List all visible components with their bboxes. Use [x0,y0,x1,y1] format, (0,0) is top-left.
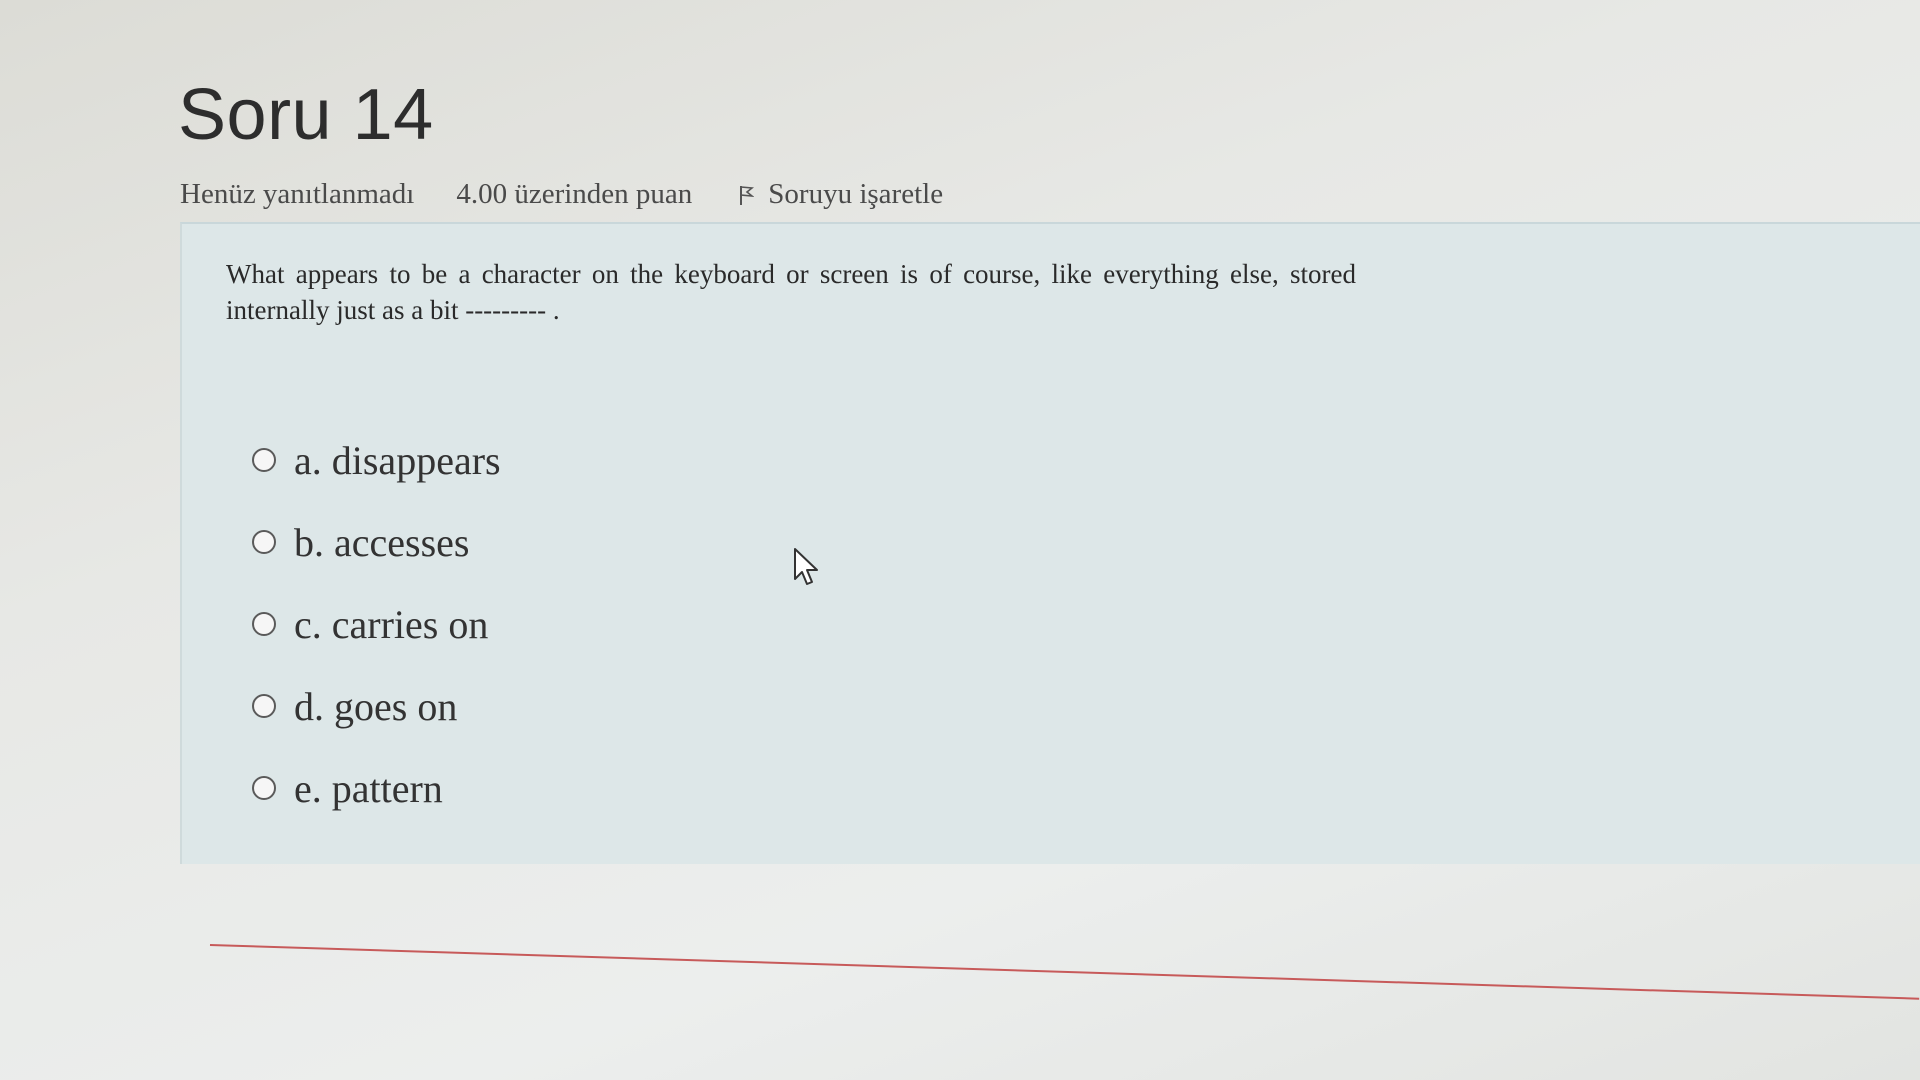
answer-option-c[interactable]: c. carries on [252,583,501,665]
answer-options: a. disappears b. accesses c. carries on … [252,419,501,829]
quiz-page: Soru 14 Henüz yanıtlanmadı 4.00 üzerinde… [0,0,1920,1080]
answer-label: b. accesses [294,519,470,565]
radio-button[interactable] [252,448,276,472]
answer-option-a[interactable]: a. disappears [252,419,501,501]
answer-option-b[interactable]: b. accesses [252,501,501,583]
answer-option-d[interactable]: d. goes on [252,665,501,747]
question-content: What appears to be a character on the ke… [180,222,1920,864]
flag-question-label: Soruyu işaretle [768,178,944,210]
question-info: Henüz yanıtlanmadı 4.00 üzerinden puan S… [180,178,943,211]
answer-option-e[interactable]: e. pattern [252,747,501,829]
answer-label: c. carries on [294,601,489,647]
radio-button[interactable] [252,612,276,636]
flag-question-link[interactable]: Soruyu işaretle [738,178,943,211]
answer-label: d. goes on [294,683,458,729]
answer-label: e. pattern [294,765,443,811]
radio-button[interactable] [252,776,276,800]
mouse-pointer-icon [793,547,821,592]
radio-button[interactable] [252,694,276,718]
question-text: What appears to be a character on the ke… [226,259,1356,325]
flag-icon [738,184,755,206]
question-status: Henüz yanıtlanmadı [180,178,415,210]
question-title: Soru 14 [178,75,434,155]
divider-line [209,944,1920,1000]
question-points: 4.00 üzerinden puan [456,178,693,210]
answer-label: a. disappears [294,437,501,483]
radio-button[interactable] [252,530,276,554]
